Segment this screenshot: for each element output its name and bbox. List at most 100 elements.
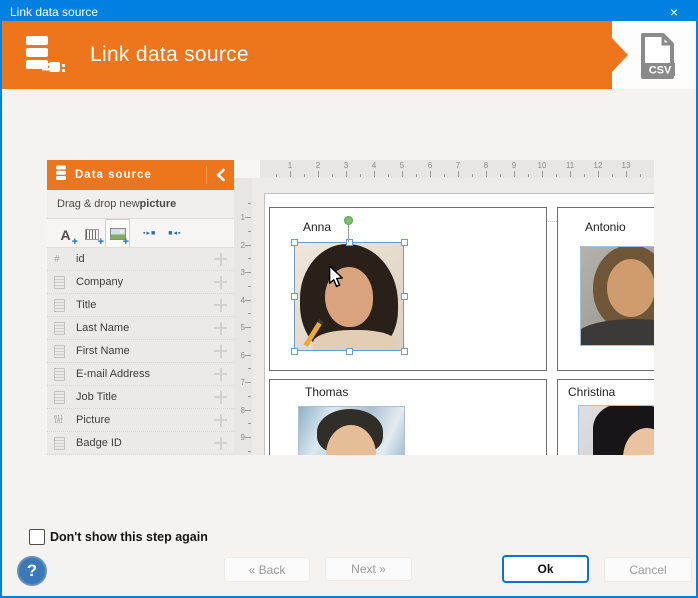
ruler-tick xyxy=(542,171,543,177)
field-label: Job Title xyxy=(76,391,117,403)
title-bar: Link data source × xyxy=(2,2,696,21)
photo-shoulders xyxy=(313,330,397,351)
back-button[interactable]: « Back xyxy=(224,557,310,582)
field-list: idCompanyTitleLast NameFirst NameE-mail … xyxy=(47,248,234,455)
selection-handle xyxy=(291,239,298,246)
move-handle-icon xyxy=(214,299,227,312)
next-button[interactable]: Next » xyxy=(325,557,412,581)
dont-show-again-checkbox[interactable] xyxy=(29,529,45,545)
cancel-button[interactable]: Cancel xyxy=(604,557,692,582)
close-icon[interactable]: × xyxy=(660,5,688,19)
ruler-tick xyxy=(248,368,251,369)
link-data-source-dialog: Link data source × Link data source xyxy=(0,0,698,598)
selection-handle xyxy=(346,348,353,355)
add-text-icon: A + xyxy=(53,222,78,247)
hint-text-bold: picture xyxy=(140,198,177,210)
help-button[interactable]: ? xyxy=(17,556,47,586)
ruler-number: 11 xyxy=(562,161,578,170)
ruler-tick xyxy=(318,171,319,177)
ruler-vertical: 123456789 xyxy=(234,178,252,455)
ruler-tick xyxy=(245,245,251,246)
data-source-plug-icon xyxy=(22,33,66,82)
card-photo xyxy=(578,405,654,455)
ruler-number: 5 xyxy=(394,161,410,170)
add-picture-icon: + xyxy=(105,219,130,247)
ruler-tick xyxy=(514,171,515,177)
ruler-tick xyxy=(346,171,347,177)
move-handle-icon xyxy=(214,414,227,427)
move-handle-icon xyxy=(214,276,227,289)
card-name: Anna xyxy=(303,220,331,234)
selection-handle xyxy=(346,239,353,246)
field-label: Title xyxy=(76,299,96,311)
ruler-tick xyxy=(248,231,251,232)
ruler-tick xyxy=(388,174,389,177)
ruler-number: 9 xyxy=(241,433,245,442)
ruler-tick xyxy=(276,174,277,177)
card-photo xyxy=(298,406,405,455)
ruler-tick xyxy=(374,171,375,177)
ruler-tick xyxy=(245,437,251,438)
ruler-tick xyxy=(402,171,403,177)
ruler-tick xyxy=(245,382,251,383)
field-row: 011 101Picture xyxy=(47,409,234,432)
ruler-tick xyxy=(248,286,251,287)
rotation-stem xyxy=(348,225,349,242)
field-row: Company xyxy=(47,271,234,294)
ruler-number: 3 xyxy=(241,268,245,277)
panel-title: Data source xyxy=(75,169,152,181)
ruler-number: 8 xyxy=(478,161,494,170)
move-handle-icon xyxy=(214,253,227,266)
ruler-number: 6 xyxy=(241,351,245,360)
selection-handle xyxy=(401,293,408,300)
field-label: E-mail Address xyxy=(76,368,150,380)
ruler-tick xyxy=(416,174,417,177)
field-label: First Name xyxy=(76,345,130,357)
header-arrow-icon xyxy=(611,37,628,73)
csv-label: CSV xyxy=(649,65,672,77)
ruler-tick xyxy=(290,171,291,177)
text-field-icon xyxy=(54,345,70,358)
ok-button[interactable]: Ok xyxy=(502,555,589,583)
ruler-tick xyxy=(248,203,251,204)
card-name: Antonio xyxy=(585,220,626,234)
card-name: Thomas xyxy=(305,385,348,399)
dont-show-again-label[interactable]: Don't show this step again xyxy=(50,530,208,544)
hint-text: Drag & drop new xyxy=(57,198,140,210)
field-label: Picture xyxy=(76,414,110,426)
ruler-tick xyxy=(245,355,251,356)
link-backward-icon: ■◂▪ xyxy=(168,229,181,237)
text-field-icon xyxy=(54,391,70,404)
photo-face xyxy=(607,259,654,317)
panel-toolbar: A + + + ▪▸■ ■◂▪ xyxy=(47,219,234,248)
ruler-number: 7 xyxy=(450,161,466,170)
ruler-tick xyxy=(626,171,627,177)
card-photo xyxy=(580,246,654,346)
number-field-icon xyxy=(54,254,70,265)
field-row: Last Name xyxy=(47,317,234,340)
ruler-tick xyxy=(248,396,251,397)
ruler-number: 4 xyxy=(241,296,245,305)
text-field-icon xyxy=(54,437,70,450)
ruler-number: 2 xyxy=(241,241,245,250)
ruler-tick xyxy=(640,174,641,177)
ruler-tick xyxy=(245,272,251,273)
ruler-number: 2 xyxy=(310,161,326,170)
ruler-tick xyxy=(444,174,445,177)
text-field-icon xyxy=(54,299,70,312)
ruler-number: 4 xyxy=(366,161,382,170)
ruler-tick xyxy=(472,174,473,177)
add-barcode-icon: + xyxy=(79,222,104,247)
ruler-number: 10 xyxy=(534,161,550,170)
ruler-number: 1 xyxy=(282,161,298,170)
ruler-tick xyxy=(248,451,251,452)
csv-file-icon: CSV xyxy=(636,32,678,85)
ruler-number: 6 xyxy=(422,161,438,170)
card-photo xyxy=(294,242,404,351)
link-forward-icon: ▪▸■ xyxy=(143,229,156,237)
ruler-tick xyxy=(612,174,613,177)
drag-drop-hint: Drag & drop new picture xyxy=(47,190,234,219)
ruler-tick xyxy=(430,171,431,177)
selection-handle xyxy=(291,348,298,355)
field-label: Badge ID xyxy=(76,437,122,449)
